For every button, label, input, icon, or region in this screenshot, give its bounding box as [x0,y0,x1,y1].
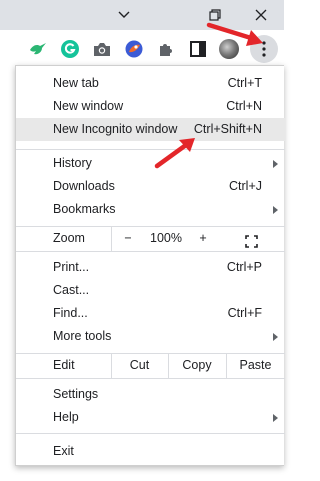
menu-item-label: Help [53,410,79,424]
chrome-main-menu: New tab Ctrl+T New window Ctrl+N New Inc… [15,65,285,466]
menu-separator [16,149,285,150]
menu-item-cast[interactable]: Cast... [16,279,285,302]
menu-item-label: Downloads [53,179,115,193]
menu-item-label: New tab [53,76,99,90]
puzzle-icon[interactable] [155,38,177,60]
submenu-arrow-icon [273,160,278,168]
camera-icon[interactable] [91,38,113,60]
menu-separator [16,251,285,252]
edit-row: Edit Cut Copy Paste [16,353,285,378]
menu-item-settings[interactable]: Settings [16,383,285,406]
annotation-arrow-icon [206,22,263,46]
menu-item-find[interactable]: Find... Ctrl+F [16,302,285,325]
submenu-arrow-icon [273,333,278,341]
menu-item-label: New window [53,99,124,113]
cut-button[interactable]: Cut [111,353,168,378]
menu-item-label: More tools [53,329,112,343]
menu-separator [16,378,285,379]
submenu-arrow-icon [273,206,278,214]
zoom-divider [111,226,112,251]
paste-button[interactable]: Paste [226,353,285,378]
menu-item-label: History [53,156,92,170]
menu-item-shortcut: Ctrl+J [229,179,262,193]
zoom-in-button[interactable]: + [195,226,211,251]
zoom-level: 100% [150,231,182,245]
menu-item-label: Find... [53,306,88,320]
menu-item-shortcut: Ctrl+Shift+N [193,122,262,136]
bird-extension-icon[interactable] [27,38,49,60]
menu-item-shortcut: Ctrl+P [226,260,262,274]
chevron-down-icon[interactable] [101,0,147,30]
menu-item-label: Bookmarks [53,202,116,216]
edit-label: Edit [53,358,75,372]
annotation-arrow-icon [154,138,195,169]
submenu-arrow-icon [273,414,278,422]
menu-item-label: Print... [53,260,90,274]
menu-item-label: Exit [53,444,74,458]
menu-item-new-tab[interactable]: New tab Ctrl+T [16,72,285,95]
menu-item-downloads[interactable]: Downloads Ctrl+J [16,175,285,198]
menu-item-label: Cast... [53,283,90,297]
copy-button[interactable]: Copy [168,353,226,378]
menu-item-history[interactable]: History [16,152,285,175]
menu-item-exit[interactable]: Exit [16,440,285,463]
menu-item-shortcut: Ctrl+F [227,306,262,320]
menu-item-label: Settings [53,387,99,401]
menu-item-print[interactable]: Print... Ctrl+P [16,256,285,279]
menu-item-more-tools[interactable]: More tools [16,325,285,348]
menu-item-shortcut: Ctrl+T [227,76,262,90]
zoom-out-button[interactable]: − [120,226,136,251]
grammarly-icon[interactable] [59,38,81,60]
menu-item-new-window[interactable]: New window Ctrl+N [16,95,285,118]
menu-item-bookmarks[interactable]: Bookmarks [16,198,285,221]
menu-item-shortcut: Ctrl+N [226,99,262,113]
fullscreen-icon[interactable] [243,232,259,248]
menu-item-new-incognito-window[interactable]: New Incognito window Ctrl+Shift+N [16,118,285,141]
zoom-label: Zoom [53,231,85,245]
menu-separator [16,433,285,434]
zoom-row: Zoom − 100% + [16,226,285,251]
menu-item-help[interactable]: Help [16,406,285,429]
sphere-extension-icon[interactable] [123,38,145,60]
